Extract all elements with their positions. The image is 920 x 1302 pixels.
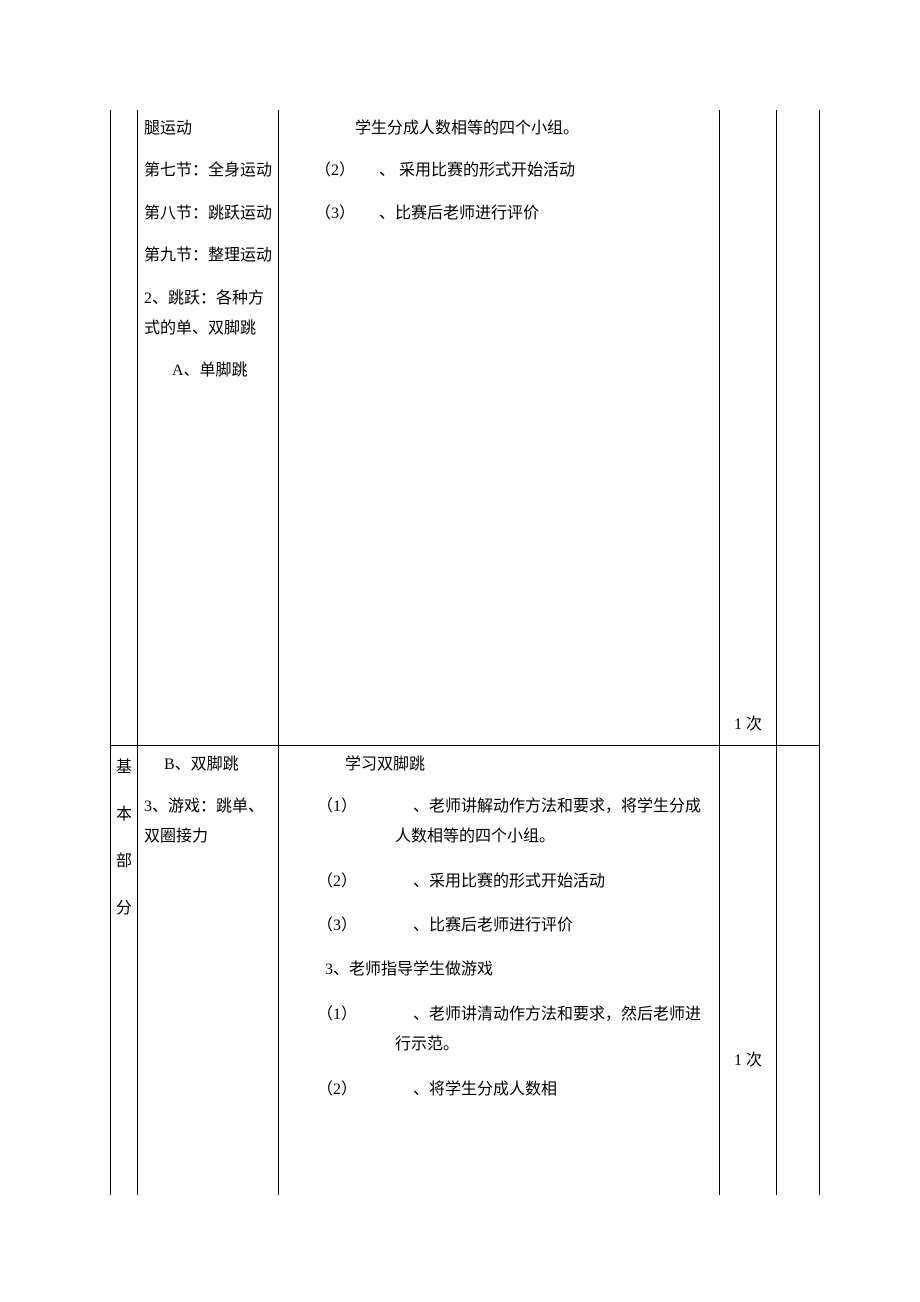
text-line: 学习双脚跳 — [285, 750, 713, 780]
count-cell: 1 次 — [720, 110, 777, 745]
section-label-char: 分 — [113, 891, 135, 926]
text-line: 第七节：全身运动 — [144, 156, 272, 186]
empty-cell — [777, 745, 820, 1195]
table-row: 基 本 部 分 B、双脚跳 3、游戏：跳单、双圈接力 学习双脚跳 （1） 、老师… — [111, 745, 820, 1195]
count-cell: 1 次 — [720, 745, 777, 1195]
content-cell: B、双脚跳 3、游戏：跳单、双圈接力 — [138, 745, 279, 1195]
lesson-plan-table: 腿运动 第七节：全身运动 第八节：跳跃运动 第九节：整理运动 2、跳跃：各种方式… — [110, 110, 820, 1195]
text-line: （1） 、老师讲解动作方法和要求，将学生分成人数相等的四个小组。 — [285, 792, 713, 853]
text-line: 3、老师指导学生做游戏 — [285, 955, 713, 985]
activity-cell: 学习双脚跳 （1） 、老师讲解动作方法和要求，将学生分成人数相等的四个小组。 （… — [279, 745, 720, 1195]
empty-cell — [777, 110, 820, 745]
section-label-cell: 基 本 部 分 — [111, 745, 138, 1195]
text-line: （3） 、比赛后老师进行评价 — [285, 199, 713, 229]
text: 2、跳跃：各种方式的单、双脚跳 — [144, 290, 264, 337]
text-line: 第八节：跳跃运动 — [144, 199, 272, 229]
activity-cell: 学生分成人数相等的四个小组。 （2） 、 采用比赛的形式开始活动 （3） 、比赛… — [279, 110, 720, 745]
section-label-char: 基 — [113, 750, 135, 785]
text-line: （2） 、采用比赛的形式开始活动 — [285, 867, 713, 897]
text-line: （2） 、将学生分成人数相 — [285, 1075, 713, 1105]
count-value: 1 次 — [720, 710, 776, 740]
count-value: 1 次 — [720, 1046, 776, 1076]
text-line: 3、游戏：跳单、双圈接力 — [144, 792, 272, 853]
text-line: 腿运动 — [144, 114, 272, 144]
text-line: B、双脚跳 — [144, 750, 272, 780]
content-cell: 腿运动 第七节：全身运动 第八节：跳跃运动 第九节：整理运动 2、跳跃：各种方式… — [138, 110, 279, 745]
text-line: A、单脚跳 — [144, 356, 272, 386]
text-line: 2、跳跃：各种方式的单、双脚跳 — [144, 284, 272, 345]
text-line: （3） 、比赛后老师进行评价 — [285, 911, 713, 941]
section-label-cell — [111, 110, 138, 745]
section-label-char: 本 — [113, 797, 135, 832]
text-line: 学生分成人数相等的四个小组。 — [285, 114, 713, 144]
text-line: 第九节：整理运动 — [144, 241, 272, 271]
text-line: （2） 、 采用比赛的形式开始活动 — [285, 156, 713, 186]
section-label-char: 部 — [113, 844, 135, 879]
text-line: （1） 、老师讲清动作方法和要求，然后老师进行示范。 — [285, 1000, 713, 1061]
document-page: 腿运动 第七节：全身运动 第八节：跳跃运动 第九节：整理运动 2、跳跃：各种方式… — [0, 0, 920, 1302]
table-row: 腿运动 第七节：全身运动 第八节：跳跃运动 第九节：整理运动 2、跳跃：各种方式… — [111, 110, 820, 745]
